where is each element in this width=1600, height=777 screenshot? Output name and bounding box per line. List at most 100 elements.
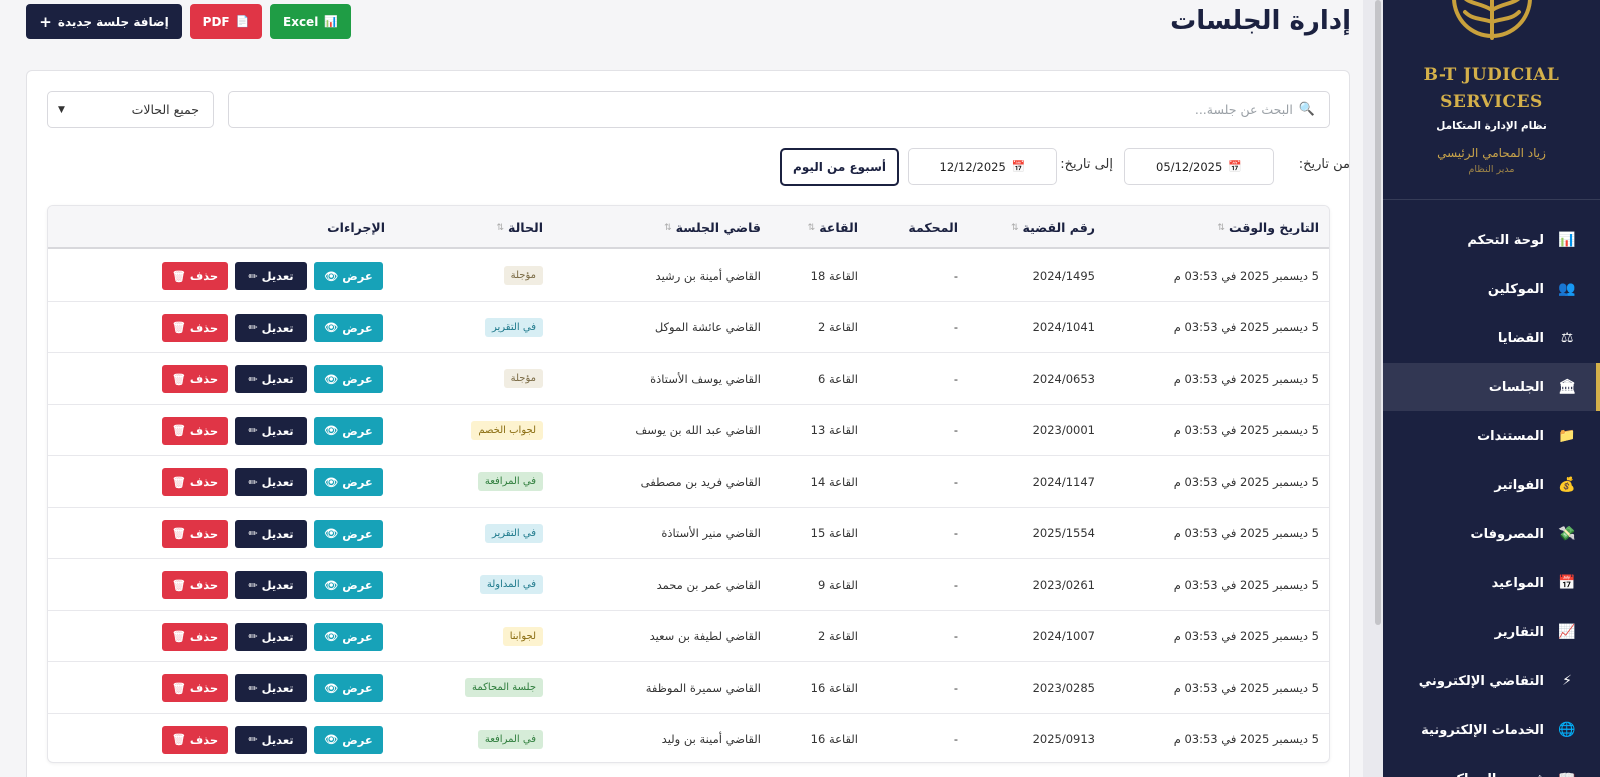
scales-icon: ⚖ (1560, 330, 1574, 346)
view-button-label: عرض (342, 526, 373, 541)
sidebar-item-appointments[interactable]: المواعيد 📅 (1383, 559, 1600, 607)
header-datetime-label: التاريخ والوقت (1228, 220, 1319, 235)
delete-button[interactable]: حذف 🗑 (162, 262, 228, 290)
chevron-down-icon: ▼ (58, 104, 65, 115)
view-button[interactable]: عرض 👁 (314, 313, 383, 342)
cell-judge: القاضي أمينة بن رشيد (655, 268, 761, 283)
delete-button[interactable]: حذف 🗑 (162, 519, 228, 548)
sort-icon: ⇅ (496, 222, 505, 233)
view-button-label: عرض (342, 629, 373, 644)
view-button[interactable]: عرض 👁 (314, 622, 383, 651)
edit-button-label: تعديل (261, 526, 294, 541)
plus-icon: + (39, 12, 52, 31)
sidebar-item-label: لوحة التحكم (1467, 232, 1544, 248)
view-button[interactable]: عرض 👁 (314, 468, 383, 496)
cell-case-number: 2023/0261 (1032, 577, 1095, 592)
edit-button[interactable]: تعديل ✏ (235, 468, 307, 496)
edit-button[interactable]: تعديل ✏ (235, 725, 307, 754)
table-row: 5 ديسمبر 2025 في 03:53 م 2024/1041 - القاعة… (48, 302, 1329, 353)
brand-name-line1: B-T JUDICIAL (1423, 65, 1560, 85)
to-date-input[interactable]: 12/12/2025 📅 (908, 148, 1057, 185)
cell-status: في المداولة (479, 559, 543, 610)
brand-name-line2: SERVICES (1440, 92, 1543, 112)
sidebar-item-cases[interactable]: القضايا ⚖ (1383, 314, 1600, 362)
header-judge-label: قاضي الجلسة (675, 220, 761, 235)
add-session-button[interactable]: إضافة جلسة جديدة + (26, 4, 182, 39)
cell-datetime: 5 ديسمبر 2025 في 03:53 م (1173, 423, 1319, 437)
sidebar-item-courts-index[interactable]: فهرس المحاكم 📖 (1383, 755, 1600, 777)
export-pdf-button[interactable]: 📄 PDF (190, 4, 262, 39)
sidebar-item-documents[interactable]: المستندات 📁 (1383, 412, 1600, 460)
edit-button[interactable]: تعديل ✏ (235, 571, 307, 599)
from-date-value: 05/12/2025 (1156, 159, 1223, 174)
delete-button[interactable]: حذف 🗑 (162, 622, 228, 651)
delete-button[interactable]: حذف 🗑 (162, 571, 228, 599)
delete-button-label: حذف (189, 578, 219, 592)
header-datetime[interactable]: التاريخ والوقت ⇅ (1217, 206, 1319, 249)
export-excel-button[interactable]: 📊 Excel (270, 4, 351, 39)
table-row: 5 ديسمبر 2025 في 03:53 م 2024/1147 - القاعة… (48, 456, 1329, 508)
view-button[interactable]: عرض 👁 (314, 262, 383, 290)
header-hall[interactable]: القاعة ⇅ (808, 206, 858, 249)
trash-icon: 🗑 (171, 269, 186, 283)
edit-button[interactable]: تعديل ✏ (235, 262, 307, 290)
cell-case-number: 2023/0001 (1032, 423, 1095, 437)
view-button[interactable]: عرض 👁 (314, 725, 383, 754)
header-case[interactable]: رقم القضية ⇅ (1011, 206, 1095, 249)
pencil-icon: ✏ (248, 527, 258, 540)
from-date-input[interactable]: 05/12/2025 📅 (1124, 148, 1274, 185)
scrollbar[interactable] (1375, 0, 1381, 625)
row-actions: حذف 🗑 تعديل ✏ عرض 👁 (162, 519, 383, 548)
edit-button[interactable]: تعديل ✏ (235, 313, 307, 342)
delete-button[interactable]: حذف 🗑 (162, 313, 228, 342)
edit-button[interactable]: تعديل ✏ (235, 365, 307, 393)
view-button[interactable]: عرض 👁 (314, 571, 383, 599)
delete-button-label: حذف (189, 629, 219, 644)
delete-button[interactable]: حذف 🗑 (162, 468, 228, 496)
eye-icon: 👁 (324, 578, 339, 592)
delete-button[interactable]: حذف 🗑 (162, 365, 228, 393)
edit-button-label: تعديل (261, 372, 294, 386)
sidebar-item-expenses[interactable]: المصروفات 💸 (1383, 510, 1600, 558)
sidebar-item-invoices[interactable]: الفواتير 💰 (1383, 461, 1600, 509)
view-button[interactable]: عرض 👁 (314, 674, 383, 702)
edit-button[interactable]: تعديل ✏ (235, 519, 307, 548)
status-filter-select[interactable]: ▼ جميع الحالات (47, 91, 214, 128)
header-status[interactable]: الحالة ⇅ (496, 206, 543, 249)
book-icon: 📖 (1558, 770, 1576, 777)
table-header: التاريخ والوقت ⇅ رقم القضية ⇅ المحكمة القا… (48, 206, 1329, 249)
sidebar-item-dashboard[interactable]: لوحة التحكم 📊 (1383, 216, 1600, 264)
edit-button[interactable]: تعديل ✏ (235, 674, 307, 702)
header-case-label: رقم القضية (1022, 220, 1095, 235)
view-button[interactable]: عرض 👁 (314, 365, 383, 393)
header-judge[interactable]: قاضي الجلسة ⇅ (664, 206, 761, 249)
cell-court: - (953, 268, 958, 283)
cell-court: - (953, 680, 958, 695)
status-badge: مؤجلة (503, 266, 543, 285)
sidebar-item-e-litigation[interactable]: التقاضي الإلكتروني ⚡ (1383, 657, 1600, 705)
view-button[interactable]: عرض 👁 (314, 519, 383, 548)
cell-court: - (953, 474, 958, 489)
trash-icon: 🗑 (171, 630, 186, 643)
week-from-today-button[interactable]: أسبوع من اليوم (780, 148, 899, 186)
delete-button-label: حذف (189, 526, 219, 541)
row-actions: حذف 🗑 تعديل ✏ عرض 👁 (162, 674, 383, 702)
pencil-icon: ✏ (248, 630, 258, 643)
delete-button[interactable]: حذف 🗑 (162, 416, 228, 445)
cell-status: في المرافعة (477, 714, 543, 763)
page-title: إدارة الجلسات (1170, 6, 1351, 36)
view-button-label: عرض (342, 578, 373, 592)
cell-hall: القاعة 16 (810, 732, 858, 746)
search-input[interactable]: البحث عن جلسة... 🔍 (228, 91, 1330, 128)
sidebar-item-reports[interactable]: التقارير 📈 (1383, 608, 1600, 656)
view-button[interactable]: عرض 👁 (314, 416, 383, 445)
delete-button[interactable]: حذف 🗑 (162, 725, 228, 754)
sidebar-item-sessions[interactable]: الجلسات 🏛 (1383, 363, 1600, 411)
sidebar-item-e-services[interactable]: الخدمات الإلكترونية 🌐 (1383, 706, 1600, 754)
delete-button[interactable]: حذف 🗑 (162, 674, 228, 702)
table-row: 5 ديسمبر 2025 في 03:53 م 2023/0261 - القاعة… (48, 559, 1329, 611)
edit-button[interactable]: تعديل ✏ (235, 416, 307, 445)
delete-button-label: حذف (189, 372, 219, 386)
sidebar-item-clients[interactable]: الموكلين 👥 (1383, 265, 1600, 313)
edit-button[interactable]: تعديل ✏ (235, 622, 307, 651)
